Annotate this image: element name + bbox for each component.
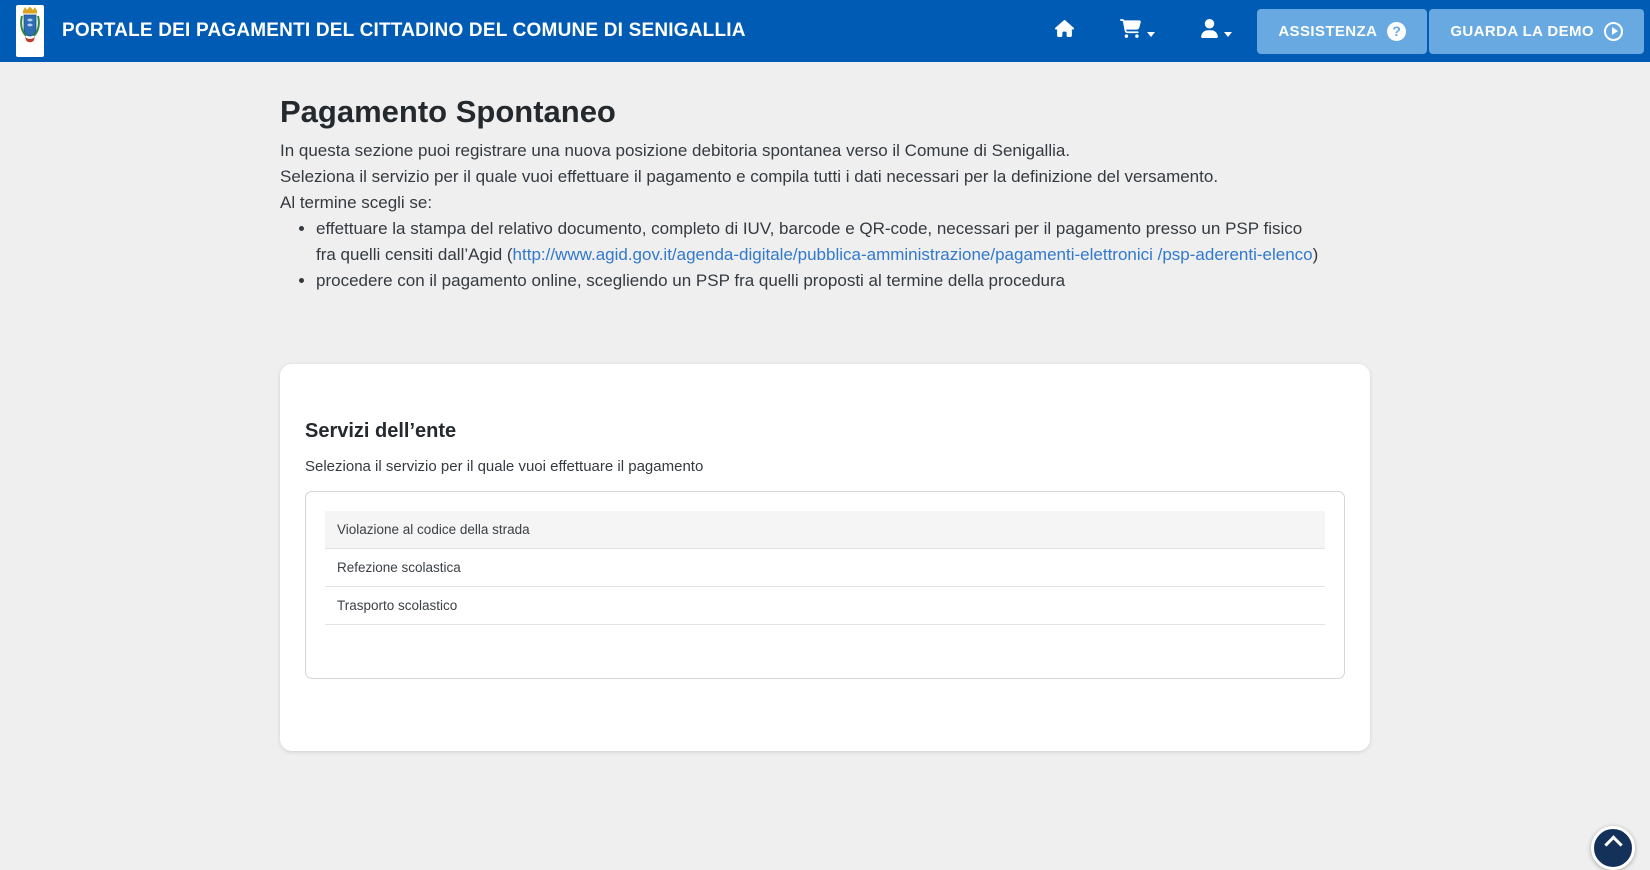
portal-title: PORTALE DEI PAGAMENTI DEL CITTADINO DEL … [62, 20, 746, 42]
payment-options-list: effettuare la stampa del relativo docume… [280, 216, 1370, 294]
intro-text: In questa sezione puoi registrare una nu… [280, 138, 1370, 216]
chevron-down-icon [1147, 32, 1155, 37]
question-circle-icon: ? [1387, 22, 1406, 41]
main-content: Pagamento Spontaneo In questa sezione pu… [280, 94, 1370, 751]
demo-label: GUARDA LA DEMO [1450, 23, 1594, 40]
intro-line-2: Seleziona il servizio per il quale vuoi … [280, 164, 1370, 190]
play-circle-icon [1604, 22, 1623, 41]
cart-icon [1120, 19, 1141, 43]
service-row-trasporto[interactable]: Trasporto scolastico [325, 587, 1325, 625]
card-title: Servizi dell’ente [305, 420, 1345, 443]
assistenza-label: ASSISTENZA [1278, 23, 1377, 40]
service-row-violazione[interactable]: Violazione al codice della strada [325, 511, 1325, 549]
services-panel: Violazione al codice della strada Refezi… [305, 491, 1345, 679]
cart-dropdown-button[interactable] [1097, 0, 1178, 62]
intro-line-3: Al termine scegli se: [280, 190, 1370, 216]
intro-line-1: In questa sezione puoi registrare una nu… [280, 138, 1370, 164]
chevron-down-icon [1224, 32, 1232, 37]
home-icon [1055, 20, 1074, 42]
servizi-card: Servizi dell’ente Seleziona il servizio … [280, 364, 1370, 751]
top-navbar: PORTALE DEI PAGAMENTI DEL CITTADINO DEL … [0, 0, 1650, 62]
online-option-item: procedere con il pagamento online, scegl… [316, 268, 1321, 294]
scroll-to-top-button[interactable] [1591, 826, 1635, 870]
service-row-refezione[interactable]: Refezione scolastica [325, 549, 1325, 587]
user-icon [1201, 19, 1218, 43]
agid-link[interactable]: http://www.agid.gov.it/agenda-digitale/p… [513, 245, 1313, 264]
chevron-up-icon [1604, 835, 1622, 853]
card-subtitle: Seleziona il servizio per il quale vuoi … [305, 459, 1345, 475]
print-option-item: effettuare la stampa del relativo docume… [316, 216, 1321, 268]
closing-paren: ) [1313, 245, 1319, 264]
assistenza-button[interactable]: ASSISTENZA ? [1257, 9, 1427, 54]
online-option-text: procedere con il pagamento online, scegl… [316, 271, 1065, 290]
page-title: Pagamento Spontaneo [280, 94, 1370, 130]
user-dropdown-button[interactable] [1178, 0, 1255, 62]
navbar-actions: ASSISTENZA ? GUARDA LA DEMO [1032, 0, 1644, 62]
coat-of-arms-icon [18, 6, 42, 57]
home-button[interactable] [1032, 0, 1097, 62]
guarda-la-demo-button[interactable]: GUARDA LA DEMO [1429, 9, 1644, 54]
comune-senigallia-logo[interactable] [16, 5, 44, 57]
